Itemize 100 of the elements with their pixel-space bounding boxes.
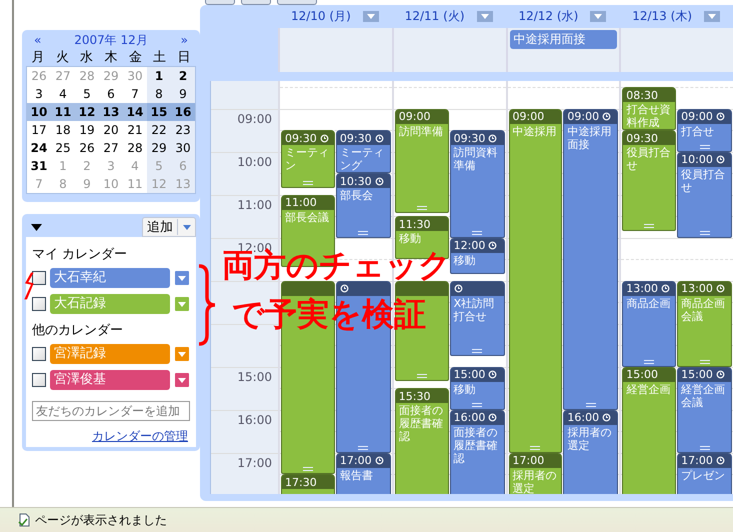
checkbox[interactable] <box>32 373 46 387</box>
event-block[interactable]: 15:00 経営企画 <box>622 366 676 494</box>
day-number[interactable]: 30 <box>171 139 195 157</box>
event-block[interactable]: 13:00 商品企画会議 <box>677 280 732 367</box>
day-number[interactable]: 26 <box>75 139 99 157</box>
resize-grip-icon[interactable] <box>358 230 368 235</box>
event-block[interactable]: 09:30 役員打合せ <box>622 130 676 231</box>
calendar-menu-button[interactable] <box>174 296 190 312</box>
resize-grip-icon[interactable] <box>700 230 710 235</box>
day-header[interactable]: 12/12 (水) <box>518 8 578 25</box>
event-block[interactable]: 15:00 経営企画会議 <box>677 366 732 453</box>
event-block[interactable]: 16:00 面接者の履歴書確認 <box>450 410 504 494</box>
resize-grip-icon[interactable] <box>644 360 654 364</box>
day-menu-button[interactable] <box>362 11 379 22</box>
event-block[interactable]: 10:00 役員打合せ <box>677 152 732 238</box>
day-number[interactable]: 7 <box>123 85 147 103</box>
resize-grip-icon[interactable] <box>302 467 313 472</box>
event-block[interactable] <box>394 280 449 382</box>
previous-month-link[interactable]: « <box>34 33 42 47</box>
event-block[interactable]: 10:30 部長会 <box>336 173 391 238</box>
event-block[interactable]: 17:00 報告書 <box>336 452 391 494</box>
calendar-chip[interactable]: 宮澤俊基 <box>50 370 170 390</box>
resize-grip-icon[interactable] <box>416 374 427 378</box>
day-number[interactable]: 20 <box>99 121 123 139</box>
calendar-menu-button[interactable] <box>174 270 190 286</box>
day-number[interactable]: 31 <box>27 157 51 175</box>
checkbox[interactable] <box>32 271 46 285</box>
day-menu-button[interactable] <box>704 11 720 22</box>
day-number[interactable]: 11 <box>51 103 75 121</box>
toolbar-button[interactable] <box>277 0 317 5</box>
event-block[interactable]: 09:00 中途採用 <box>508 108 562 453</box>
day-menu-button[interactable] <box>476 11 492 22</box>
day-number[interactable]: 18 <box>51 121 75 139</box>
event-block[interactable]: 08:30 打合せ資料作成 <box>622 87 676 130</box>
day-number[interactable]: 6 <box>99 85 123 103</box>
resize-grip-icon[interactable] <box>700 144 710 149</box>
day-number[interactable]: 23 <box>171 121 195 139</box>
resize-grip-icon[interactable] <box>700 446 710 450</box>
day-number[interactable]: 19 <box>75 121 99 139</box>
day-number[interactable]: 24 <box>27 139 51 157</box>
checkbox[interactable] <box>32 297 46 311</box>
day-header[interactable]: 12/10 (月) <box>290 8 351 25</box>
event-block[interactable]: 16:00 採用者の選定 <box>563 410 618 494</box>
day-number[interactable]: 2 <box>171 67 195 85</box>
day-number[interactable]: 25 <box>51 139 75 157</box>
event-block[interactable]: 09:30 ミーティン <box>281 130 335 188</box>
event-block[interactable]: 15:30 面接者の履歴書確認 <box>394 388 449 494</box>
day-menu-button[interactable] <box>590 11 606 22</box>
day-number[interactable]: 16 <box>171 103 195 121</box>
event-time: 09:00 <box>567 110 600 124</box>
event-block[interactable]: 09:30 ミーティング <box>336 130 391 174</box>
toolbar-button[interactable] <box>241 0 271 5</box>
day-number[interactable]: 12 <box>75 103 99 121</box>
day-number[interactable]: 17 <box>27 121 51 139</box>
resize-grip-icon[interactable] <box>302 181 313 186</box>
toolbar-button[interactable] <box>205 0 235 5</box>
event-block[interactable]: 17:30 <box>281 474 335 494</box>
add-friend-calendar-field[interactable]: 友だちのカレンダーを追加 <box>32 401 190 421</box>
event-block[interactable]: 09:00 中途採用面接 <box>563 108 618 410</box>
resize-grip-icon[interactable] <box>472 349 482 354</box>
event-block[interactable]: 13:00 商品企画 <box>622 280 676 367</box>
day-number[interactable]: 27 <box>99 139 123 157</box>
calendar-menu-button[interactable] <box>174 346 190 362</box>
day-number[interactable]: 22 <box>147 121 171 139</box>
day-header[interactable]: 12/11 (火) <box>404 8 464 25</box>
day-number[interactable]: 3 <box>27 85 51 103</box>
event-block[interactable]: 17:00 プレゼン <box>677 452 732 494</box>
day-number[interactable]: 1 <box>147 67 171 85</box>
event-block[interactable]: 17:00 採用者の選定 <box>508 452 562 494</box>
resize-grip-icon[interactable] <box>416 206 427 210</box>
resize-grip-icon[interactable] <box>358 446 368 450</box>
event-block[interactable]: 09:00 訪問準備 <box>394 108 449 213</box>
day-number[interactable]: 9 <box>171 85 195 103</box>
resize-grip-icon[interactable] <box>700 360 710 364</box>
day-number[interactable]: 14 <box>123 103 147 121</box>
resize-grip-icon[interactable] <box>472 402 482 407</box>
day-number[interactable]: 28 <box>123 139 147 157</box>
day-number[interactable]: 8 <box>147 85 171 103</box>
next-month-link[interactable]: » <box>180 33 188 47</box>
resize-grip-icon[interactable] <box>644 224 654 228</box>
event-block[interactable]: 09:00 打合せ <box>677 108 732 152</box>
day-number[interactable]: 15 <box>147 103 171 121</box>
event-block[interactable]: 09:30 訪問資料準備 <box>450 130 504 238</box>
collapse-triangle-icon[interactable] <box>31 224 42 230</box>
resize-grip-icon[interactable] <box>472 230 482 235</box>
resize-grip-icon[interactable] <box>586 402 596 407</box>
day-number[interactable]: 10 <box>27 103 51 121</box>
day-number[interactable]: 13 <box>99 103 123 121</box>
day-number[interactable]: 21 <box>123 121 147 139</box>
resize-grip-icon[interactable] <box>530 446 540 450</box>
event-block[interactable]: 12:00 移動 <box>450 238 504 274</box>
event-block[interactable]: 15:00 移動 <box>450 366 504 410</box>
day-header[interactable]: 12/13 (木) <box>632 8 692 25</box>
manage-calendars-link[interactable]: カレンダーの管理 <box>92 428 188 445</box>
day-number[interactable]: 4 <box>51 85 75 103</box>
checkbox[interactable] <box>32 347 46 361</box>
day-number[interactable]: 5 <box>75 85 99 103</box>
event-time: 09:30 <box>626 132 658 145</box>
calendar-menu-button[interactable] <box>174 372 190 388</box>
day-number[interactable]: 29 <box>147 139 171 157</box>
